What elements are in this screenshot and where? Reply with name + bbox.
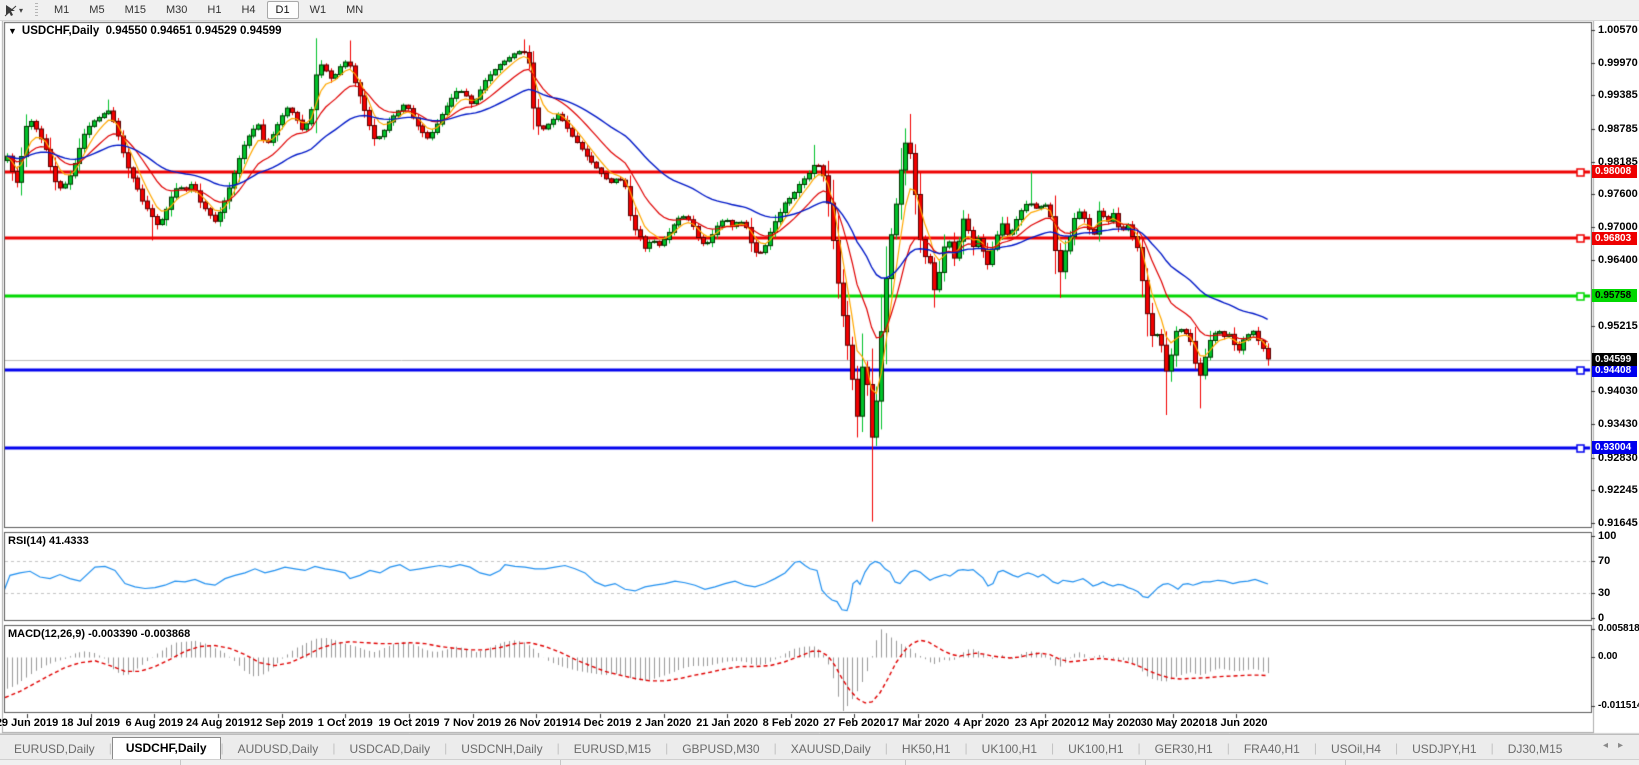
chart-tab-bar: EURUSD,Daily | USDCHF,Daily | AUDUSD,Daily | U… <box>0 734 1639 760</box>
date-label: 27 Feb 2020 <box>823 717 886 729</box>
trading-terminal-window: { "toolbar": { "cursor_tool": "cursor-to… <box>0 0 1639 765</box>
date-label: 18 Jun 2020 <box>1205 717 1268 729</box>
timeframe-button-m1[interactable]: M1 <box>45 1 78 19</box>
price-tick-label: 0.99385 <box>1598 89 1638 102</box>
timeframe-button-h1[interactable]: H1 <box>198 1 230 19</box>
price-level-badge: 0.93004 <box>1592 441 1637 455</box>
price-level-badge: 0.96803 <box>1592 231 1637 245</box>
date-label: 29 Jun 2019 <box>0 717 59 729</box>
chart-symbol: USDCHF,Daily <box>21 25 100 37</box>
rsi-tick-label: 0 <box>1598 612 1605 624</box>
date-label: 23 Apr 2020 <box>1014 717 1077 729</box>
status-pane-separator <box>1345 760 1346 765</box>
timeframe-button-m5[interactable]: M5 <box>80 1 113 19</box>
timeframe-button-m15[interactable]: M15 <box>116 1 155 19</box>
price-tick-label: 0.99970 <box>1598 57 1638 70</box>
price-tick-label: 0.95215 <box>1598 319 1638 332</box>
date-label: 21 Jan 2020 <box>696 717 759 729</box>
cursor-tool-icon <box>4 4 17 16</box>
price-tick-label: 0.96400 <box>1598 254 1638 267</box>
date-label: 2 Jan 2020 <box>635 717 692 729</box>
tab-hk50-h1[interactable]: HK50,H1 <box>888 738 965 760</box>
rsi-tick-label: 30 <box>1598 587 1611 600</box>
tab-usoil-h4[interactable]: USOil,H4 <box>1317 738 1395 760</box>
current-price-badge: 0.94599 <box>1592 353 1637 367</box>
rsi-tick-label: 70 <box>1598 554 1611 567</box>
tab-audusd-daily[interactable]: AUDUSD,Daily <box>224 738 333 760</box>
date-label: 7 Nov 2019 <box>443 717 502 729</box>
status-pane-separator <box>180 760 181 765</box>
price-tick-label: 0.98785 <box>1598 122 1638 135</box>
price-level-badge: 0.95758 <box>1592 289 1637 303</box>
chart-canvas[interactable] <box>0 0 1639 765</box>
rsi-tick-label: 100 <box>1598 530 1617 542</box>
tab-scroll-arrows: ◂▸ <box>1603 740 1633 751</box>
status-pane-separator <box>1145 760 1146 765</box>
ohlc-close: 0.94599 <box>239 25 282 37</box>
price-tick-label: 0.91645 <box>1598 517 1638 529</box>
date-label: 19 Oct 2019 <box>378 717 440 729</box>
tab-eurusd-m15[interactable]: EURUSD,M15 <box>560 738 665 760</box>
tab-usdcad-daily[interactable]: USDCAD,Daily <box>335 738 444 760</box>
ohlc-high: 0.94651 <box>150 25 192 37</box>
rsi-indicator-label: RSI(14) 41.4333 <box>8 535 89 547</box>
tab-scroll-right-icon[interactable]: ▸ <box>1618 740 1633 751</box>
date-label: 4 Apr 2020 <box>954 717 1010 729</box>
timeframe-button-d1[interactable]: D1 <box>266 1 299 19</box>
price-tick-label: 1.00570 <box>1598 24 1638 36</box>
timeframe-button-h4[interactable]: H4 <box>232 1 264 19</box>
price-tick-label: 0.92245 <box>1598 483 1638 496</box>
macd-tick-label: -0.011514 <box>1598 700 1639 711</box>
date-label: 8 Feb 2020 <box>762 717 819 729</box>
symbol-dropdown-icon[interactable]: ▼ <box>8 26 17 36</box>
price-tick-label: 0.97600 <box>1598 188 1638 201</box>
tab-usdchf-daily[interactable]: USDCHF,Daily <box>111 737 221 760</box>
price-tick-label: 0.94030 <box>1598 385 1638 398</box>
tab-xauusd-daily[interactable]: XAUUSD,Daily <box>777 738 885 760</box>
price-level-badge: 0.98008 <box>1592 165 1637 179</box>
tab-ger30-h1[interactable]: GER30,H1 <box>1141 738 1227 760</box>
macd-indicator-label: MACD(12,26,9) -0.003390 -0.003868 <box>8 628 191 640</box>
status-bar <box>0 759 1639 765</box>
tab-scroll-left-icon[interactable]: ◂ <box>1603 740 1618 751</box>
date-label: 12 Sep 2019 <box>250 717 314 729</box>
date-label: 24 Aug 2019 <box>186 717 250 729</box>
ohlc-low: 0.94529 <box>195 25 237 37</box>
status-pane-separator <box>560 760 561 765</box>
status-pane-separator <box>905 760 906 765</box>
date-label: 30 May 2020 <box>1140 717 1205 729</box>
timeframe-button-mn[interactable]: MN <box>337 1 372 19</box>
tab-gbpusd-m30[interactable]: GBPUSD,M30 <box>668 738 773 760</box>
tab-fra40-h1[interactable]: FRA40,H1 <box>1230 738 1314 760</box>
tab-usdcnh-daily[interactable]: USDCNH,Daily <box>447 738 556 760</box>
timeframe-toolbar: ▾ M1 M5 M15 M30 H1 H4 D1 W1 MN <box>0 0 1639 21</box>
tab-eurusd-daily[interactable]: EURUSD,Daily <box>0 738 109 760</box>
timeframe-button-m30[interactable]: M30 <box>157 1 196 19</box>
date-label: 12 May 2020 <box>1076 717 1142 729</box>
date-label: 6 Aug 2019 <box>125 717 184 729</box>
macd-tick-label: 0.005818 <box>1598 623 1639 635</box>
chart-title: ▼ USDCHF,Daily 0.94550 0.94651 0.94529 0.… <box>8 25 282 37</box>
date-label: 1 Oct 2019 <box>317 717 373 729</box>
tab-usdjpy-h1[interactable]: USDJPY,H1 <box>1398 738 1490 760</box>
date-label: 14 Dec 2019 <box>568 717 632 729</box>
timeframe-button-w1[interactable]: W1 <box>301 1 336 19</box>
price-tick-label: 0.93430 <box>1598 418 1638 431</box>
date-label: 26 Nov 2019 <box>504 717 568 729</box>
cursor-tool-button[interactable]: ▾ <box>0 1 27 19</box>
cursor-tool-caret-icon[interactable]: ▾ <box>19 6 23 15</box>
date-label: 17 Mar 2020 <box>886 717 950 729</box>
toolbar-grip <box>35 3 39 17</box>
macd-tick-label: 0.00 <box>1598 651 1618 662</box>
tab-uk100-h1[interactable]: UK100,H1 <box>1054 738 1137 760</box>
tab-dj30-m15[interactable]: DJ30,M15 <box>1494 738 1577 760</box>
date-label: 18 Jul 2019 <box>61 717 120 729</box>
tab-uk100-h1[interactable]: UK100,H1 <box>968 738 1051 760</box>
ohlc-open: 0.94550 <box>105 25 148 37</box>
